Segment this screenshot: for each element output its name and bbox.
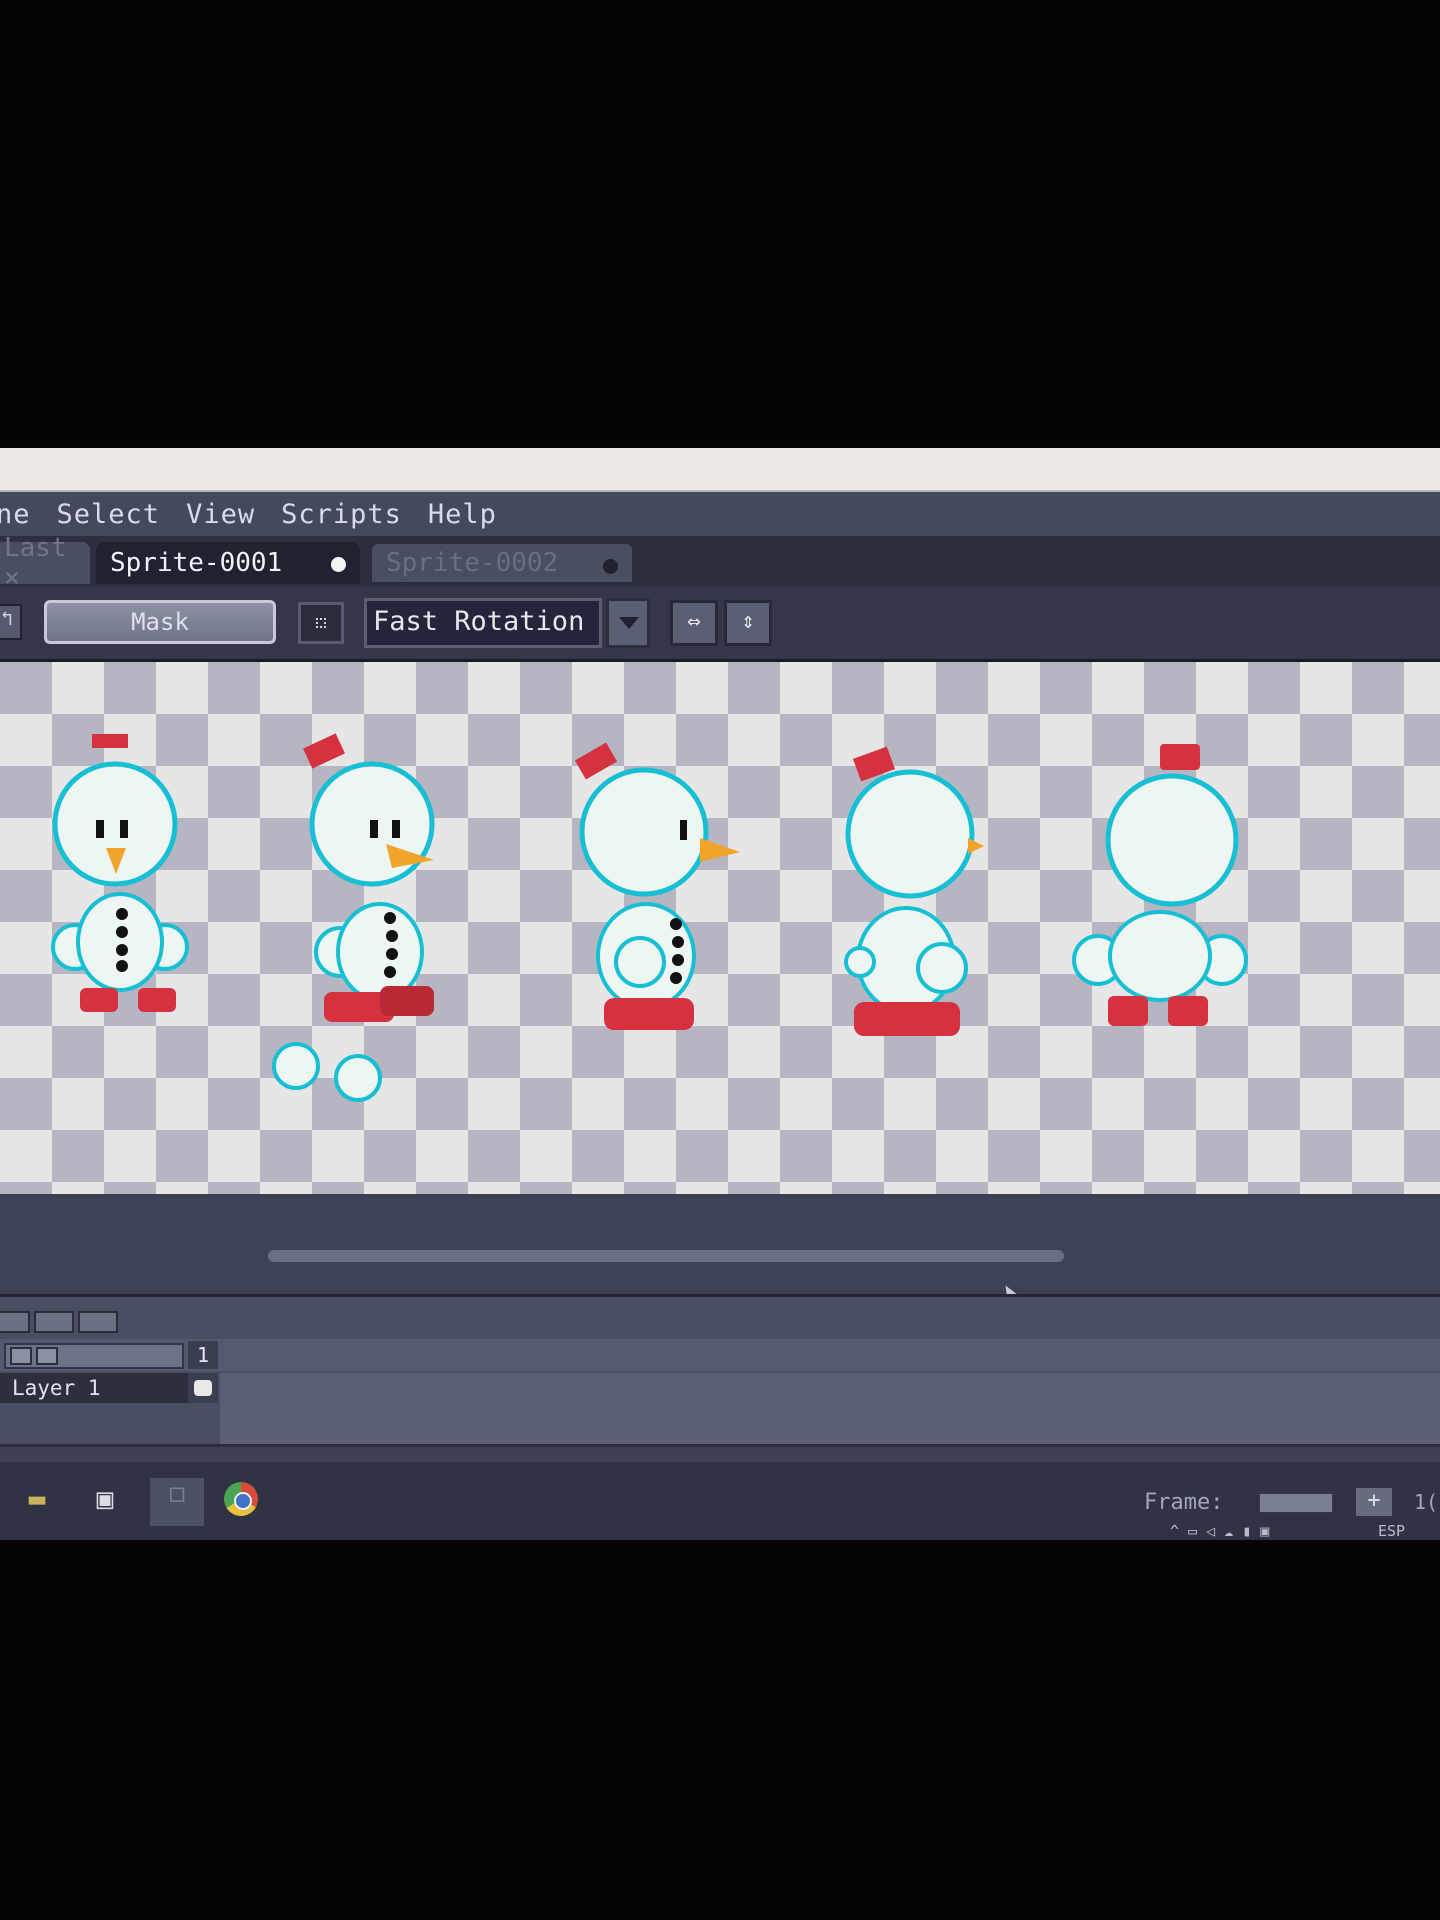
unsaved-dot-icon[interactable]: [603, 559, 618, 574]
toolbar-left-button[interactable]: ↰: [0, 604, 22, 640]
aseprite-app-icon[interactable]: ◻: [150, 1478, 204, 1526]
monitor-screen: ne Select View Scripts Help Last × Sprit…: [0, 448, 1440, 1543]
tab-previous[interactable]: Last ×: [0, 533, 90, 593]
link-cels-icon[interactable]: [10, 1347, 32, 1365]
tab-sprite-0001-label: Sprite-0001: [110, 548, 283, 578]
pivot-icon: [316, 618, 326, 628]
flip-horizontal-icon[interactable]: ⇔: [670, 600, 718, 646]
frame-next-value: 1(: [1414, 1490, 1439, 1514]
tab-sprite-0002-label: Sprite-0002: [386, 548, 559, 578]
rotation-algorithm-select[interactable]: Fast Rotation: [364, 598, 602, 648]
frame-label: Frame:: [1144, 1490, 1224, 1515]
menu-select[interactable]: Select: [57, 499, 161, 530]
mask-button[interactable]: Mask: [44, 600, 276, 644]
language-indicator[interactable]: ESP: [1378, 1522, 1405, 1540]
system-tray-icons[interactable]: ^ ▭ ◁ ☁ ▮ ▣: [1170, 1522, 1269, 1540]
sprite-canvas[interactable]: [0, 662, 1440, 1194]
timeline-panel: 1 Layer 1: [0, 1294, 1440, 1445]
menu-help[interactable]: Help: [428, 499, 497, 530]
tab-previous-label: Last ×: [4, 533, 67, 593]
chevron-down-icon[interactable]: [606, 598, 650, 648]
play-icon[interactable]: [0, 1311, 30, 1333]
menu-scripts[interactable]: Scripts: [281, 499, 402, 530]
layer-row[interactable]: Layer 1: [0, 1373, 188, 1403]
windows-taskbar: ▬ ▣ ◻ Frame: + 1( ^ ▭ ◁ ☁ ▮ ▣ ESP: [0, 1462, 1440, 1543]
canvas-svg[interactable]: [0, 662, 1440, 1194]
timeline-cels-area: [220, 1373, 1440, 1445]
frame-column-header[interactable]: 1: [188, 1341, 218, 1369]
layer-toggle-icons: [4, 1343, 184, 1369]
unsaved-dot-icon[interactable]: [331, 557, 346, 572]
pivot-button[interactable]: [298, 602, 344, 644]
menu-file[interactable]: ne: [0, 499, 31, 530]
last-frame-icon[interactable]: [78, 1311, 118, 1333]
background-room: [0, 0, 1440, 450]
cel-cell[interactable]: [188, 1373, 218, 1403]
workspace-area: [0, 1198, 1440, 1290]
folder-icon[interactable]: ▬: [20, 1484, 54, 1514]
store-icon[interactable]: ▣: [88, 1484, 122, 1514]
tab-sprite-0001[interactable]: Sprite-0001: [96, 542, 360, 584]
step-forward-icon[interactable]: [34, 1311, 74, 1333]
document-tabs: Last × Sprite-0001 Sprite-0002: [0, 533, 1440, 593]
frame-input[interactable]: [1258, 1492, 1334, 1514]
background-desk: [0, 1540, 1440, 1920]
chrome-icon[interactable]: [224, 1482, 258, 1516]
menu-bar: ne Select View Scripts Help: [0, 492, 1440, 536]
tab-sprite-0002[interactable]: Sprite-0002: [370, 542, 634, 584]
frame-plus-button[interactable]: +: [1356, 1488, 1392, 1516]
horizontal-scrollbar[interactable]: [268, 1250, 1064, 1262]
cel-icon: [194, 1380, 212, 1396]
flip-vertical-icon[interactable]: ⇕: [724, 600, 772, 646]
context-toolbar: ↰ Mask Fast Rotation ⇔ ⇕: [0, 586, 1440, 662]
onion-skin-icon[interactable]: [36, 1347, 58, 1365]
menu-view[interactable]: View: [186, 499, 255, 530]
window-titlebar: [0, 448, 1440, 492]
